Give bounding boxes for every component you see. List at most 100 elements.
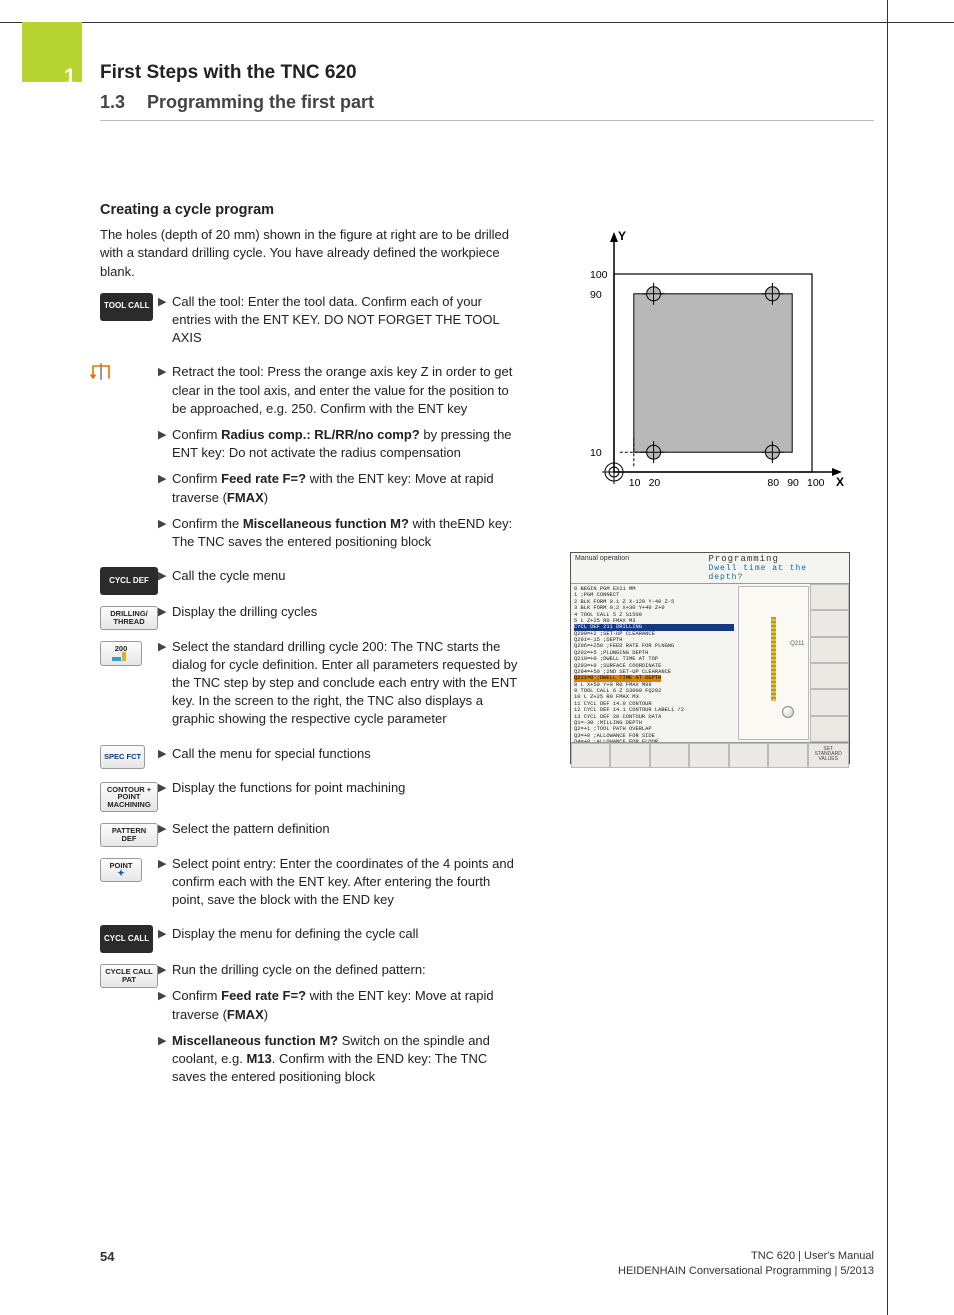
chapter-title: First Steps with the TNC 620	[100, 62, 357, 84]
bullet-text: Call the cycle menu	[172, 567, 520, 585]
step-pattern-def: PATTERN DEF ▶Select the pattern definiti…	[100, 820, 520, 847]
triangle-icon: ▶	[158, 822, 172, 837]
section-title: 1.3 Programming the first part	[100, 92, 374, 113]
screenshot-cycle-graphic: Q211	[738, 586, 810, 740]
section-number: 1.3	[100, 92, 142, 113]
softkey	[689, 743, 728, 768]
bullet-text: Call the tool: Enter the tool data. Conf…	[172, 293, 520, 348]
triangle-icon: ▶	[158, 517, 172, 532]
step-contour-point: CONTOUR + POINT MACHINING ▶Display the f…	[100, 779, 520, 813]
bullet-text: Display the drilling cycles	[172, 603, 520, 621]
cycl-call-key-icon: CYCL CALL	[100, 925, 153, 953]
bullet-text: Select point entry: Enter the coordinate…	[172, 855, 520, 910]
svg-text:20: 20	[649, 477, 661, 489]
side-button	[810, 663, 849, 689]
crop-rule-right	[887, 0, 888, 1315]
triangle-icon: ▶	[158, 927, 172, 942]
softkey	[610, 743, 649, 768]
screenshot-mode: Manual operation	[571, 553, 704, 583]
triangle-icon: ▶	[158, 605, 172, 620]
section-rule	[100, 120, 874, 121]
contour-point-softkey-icon: CONTOUR + POINT MACHINING	[100, 782, 158, 813]
triangle-icon: ▶	[158, 295, 172, 310]
screenshot-softkey-row: SET STANDARD VALUES	[571, 742, 849, 768]
step-cycl-call: CYCL CALL ▶Display the menu for defining…	[100, 925, 520, 953]
footer-line1: TNC 620 | User's Manual	[751, 1250, 874, 1262]
svg-text:100: 100	[807, 477, 825, 489]
triangle-icon: ▶	[158, 640, 172, 655]
step-spec-fct: SPEC FCT ▶Call the menu for special func…	[100, 745, 520, 771]
svg-text:80: 80	[767, 477, 779, 489]
bullet-text: Retract the tool: Press the orange axis …	[172, 363, 520, 418]
page-number: 54	[100, 1249, 114, 1264]
drill-graphic-icon	[771, 617, 777, 701]
tnc-screenshot: Manual operation Programming Dwell time …	[570, 552, 850, 764]
triangle-icon: ▶	[158, 781, 172, 796]
graphic-param-label: Q211	[790, 641, 804, 647]
softkey-label: 200	[115, 645, 128, 653]
triangle-icon: ▶	[158, 365, 172, 380]
cycl-def-key-icon: CYCL DEF	[100, 567, 158, 595]
cycle-call-pat-softkey-icon: CYCLE CALL PAT	[100, 964, 158, 988]
side-button	[810, 716, 849, 742]
side-button	[810, 584, 849, 610]
bullet-text: Confirm Feed rate F=? with the ENT key: …	[172, 987, 520, 1023]
triangle-icon: ▶	[158, 747, 172, 762]
bullet-text: Call the menu for special functions	[172, 745, 520, 763]
svg-text:X: X	[836, 475, 844, 489]
step-cycle-call-pat: CYCLE CALL PAT ▶Run the drilling cycle o…	[100, 961, 520, 1094]
screenshot-code-listing: 0 BEGIN PGM EX11 MM1 ;PGM CONNECT2 BLK F…	[571, 584, 737, 742]
svg-text:90: 90	[787, 477, 799, 489]
softkey-set-standard: SET STANDARD VALUES	[808, 743, 849, 768]
ball-graphic-icon	[782, 706, 794, 718]
section-heading-text: Programming the first part	[147, 92, 374, 112]
softkey	[729, 743, 768, 768]
step-drilling-thread: DRILLING/ THREAD ▶Display the drilling c…	[100, 603, 520, 630]
chapter-tab: 1	[22, 22, 82, 82]
triangle-icon: ▶	[158, 989, 172, 1004]
screenshot-title2: Dwell time at the depth?	[708, 564, 845, 582]
svg-text:100: 100	[590, 269, 608, 281]
side-button	[810, 689, 849, 715]
point-softkey-icon: POINT ✦	[100, 858, 142, 883]
step-point: POINT ✦ ▶Select point entry: Enter the c…	[100, 855, 520, 918]
svg-text:Y: Y	[618, 229, 626, 243]
side-button	[810, 637, 849, 663]
body-column: Creating a cycle program The holes (dept…	[100, 200, 520, 1102]
bullet-text: Select the pattern definition	[172, 820, 520, 838]
step-cycl-def: CYCL DEF ▶Call the cycle menu	[100, 567, 520, 595]
subsection-title: Creating a cycle program	[100, 200, 520, 220]
z-axis-key-icon	[100, 363, 102, 380]
bullet-text: Confirm Feed rate F=? with the ENT key: …	[172, 470, 520, 506]
triangle-icon: ▶	[158, 963, 172, 978]
bullet-text: Confirm Radius comp.: RL/RR/no comp? by …	[172, 426, 520, 462]
page-footer: 54 TNC 620 | User's Manual HEIDENHAIN Co…	[100, 1249, 874, 1279]
svg-text:10: 10	[590, 447, 602, 459]
chapter-number: 1	[64, 64, 76, 90]
screenshot-title1: Programming	[708, 554, 845, 564]
triangle-icon: ▶	[158, 428, 172, 443]
tool-call-key-icon: TOOL CALL	[100, 293, 153, 321]
cycle-200-softkey-icon: 200	[100, 641, 142, 667]
bullet-text: Run the drilling cycle on the defined pa…	[172, 961, 520, 979]
bullet-text: Miscellaneous function M? Switch on the …	[172, 1032, 520, 1087]
step-tool-call: TOOL CALL ▶Call the tool: Enter the tool…	[100, 293, 520, 356]
step-retract: ▶Retract the tool: Press the orange axis…	[100, 363, 520, 559]
softkey	[571, 743, 610, 768]
page: 1 First Steps with the TNC 620 1.3 Progr…	[0, 0, 954, 1315]
intro-paragraph: The holes (depth of 20 mm) shown in the …	[100, 226, 520, 281]
triangle-icon: ▶	[158, 857, 172, 872]
triangle-icon: ▶	[158, 472, 172, 487]
triangle-icon: ▶	[158, 1034, 172, 1049]
svg-text:90: 90	[590, 289, 602, 301]
softkey	[650, 743, 689, 768]
side-button	[810, 610, 849, 636]
footer-line2: HEIDENHAIN Conversational Programming | …	[618, 1265, 874, 1277]
bullet-text: Display the functions for point machinin…	[172, 779, 520, 797]
bullet-text: Select the standard drilling cycle 200: …	[172, 638, 520, 729]
pattern-def-softkey-icon: PATTERN DEF	[100, 823, 158, 847]
top-rule	[0, 22, 954, 23]
svg-text:10: 10	[629, 477, 641, 489]
bullet-text: Confirm the Miscellaneous function M? wi…	[172, 515, 520, 551]
drilling-thread-softkey-icon: DRILLING/ THREAD	[100, 606, 158, 630]
